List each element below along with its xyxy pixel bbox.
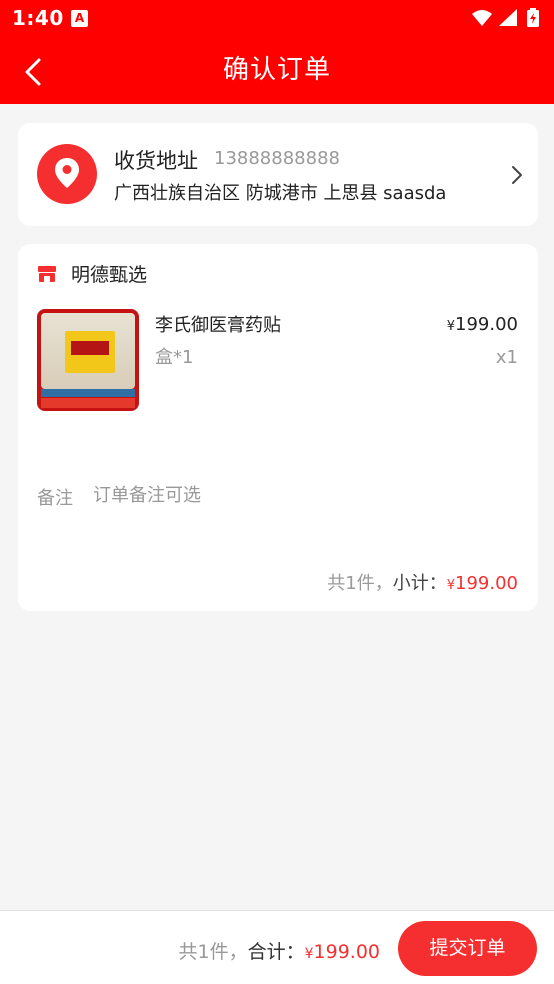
- signal-icon: [499, 9, 517, 26]
- total-label: 合计：: [247, 941, 305, 963]
- address-label: 收货地址: [114, 149, 198, 173]
- product-price: ¥199.00: [447, 314, 518, 335]
- wifi-icon: [472, 10, 492, 26]
- price-value: 199.00: [455, 314, 518, 335]
- address-card[interactable]: 收货地址 13888888888 广西壮族自治区 防城港市 上思县 saasda: [18, 123, 538, 226]
- subtotal: 共1件，小计：¥199.00: [327, 569, 518, 595]
- subtotal-label: 小计：: [392, 573, 447, 594]
- product-quantity: x1: [495, 347, 518, 368]
- price-symbol: ¥: [446, 319, 456, 334]
- app-header: 1:40 A 确认订单: [0, 0, 554, 104]
- chevron-right-icon: [512, 166, 522, 184]
- remark-label: 备注: [37, 488, 73, 509]
- battery-charging-icon: [527, 8, 539, 27]
- page-title: 确认订单: [222, 55, 331, 85]
- subtotal-value: 199.00: [455, 573, 518, 594]
- subtotal-count: 共1件，: [327, 573, 393, 594]
- status-icons: [472, 8, 539, 27]
- total-symbol: ¥: [304, 946, 314, 962]
- total-amount: ¥199.00: [305, 941, 380, 963]
- subtotal-symbol: ¥: [446, 578, 456, 593]
- subtotal-amount: ¥199.00: [447, 573, 518, 594]
- order-card: 明德甄选 李氏御医膏药贴 盒*1 ¥199.00 x1 备注 共1件，小计：¥1…: [18, 244, 538, 611]
- status-time: 1:40: [12, 6, 64, 30]
- address-text: 广西壮族自治区 防城港市 上思县 saasda: [114, 183, 447, 204]
- location-pin-icon: [55, 158, 79, 188]
- submit-order-button[interactable]: 提交订单: [398, 921, 537, 976]
- product-spec: 盒*1: [155, 347, 194, 368]
- status-bar: 1:40 A: [0, 0, 554, 36]
- notification-icon: A: [71, 10, 88, 27]
- total-count: 共1件，: [178, 941, 248, 963]
- address-phone: 13888888888: [214, 148, 340, 169]
- total-value: 199.00: [313, 941, 380, 963]
- store-icon: [38, 266, 56, 282]
- checkout-bar: 共1件，合计：¥199.00 提交订单: [0, 910, 554, 984]
- product-name[interactable]: 李氏御医膏药贴: [155, 311, 281, 337]
- remark-input[interactable]: [93, 482, 393, 508]
- product-thumbnail[interactable]: [37, 309, 139, 411]
- store-name: 明德甄选: [71, 264, 148, 286]
- location-pin-badge: [37, 144, 97, 204]
- order-total: 共1件，合计：¥199.00: [178, 937, 380, 964]
